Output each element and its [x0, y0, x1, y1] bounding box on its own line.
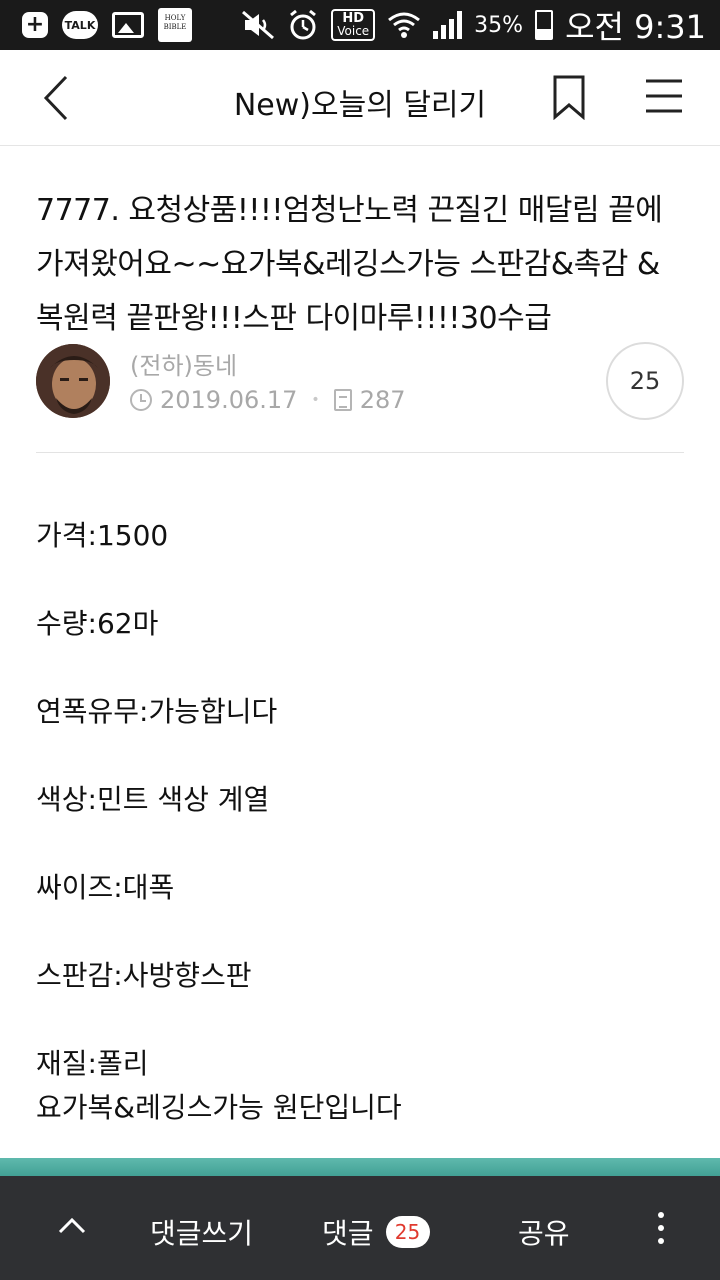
hd-voice-icon: HD Voice [331, 9, 376, 41]
meta-separator: • [311, 392, 320, 408]
talk-label: TALK [64, 18, 96, 32]
chevron-up-icon [58, 1217, 86, 1234]
author-avatar-image [36, 344, 110, 418]
app-header: New)오늘의 달리기 [0, 50, 720, 146]
back-button[interactable] [30, 70, 80, 126]
comment-count: 25 [629, 367, 661, 395]
body-line-stretch: 스판감:사방향스판 [36, 959, 252, 992]
clock-time: 오전 9:31 [565, 8, 706, 46]
body-line-width: 연폭유무:가능합니다 [36, 695, 278, 728]
comments-badge: 25 [385, 1216, 430, 1248]
voice-label: Voice [337, 24, 370, 38]
comments-label: 댓글 [322, 1217, 374, 1250]
post-title: 7777. 요청상품!!!!엄청난노력 끈질긴 매달림 끝에 가져왔어요~~요가… [36, 193, 663, 336]
views-icon [333, 389, 352, 411]
mute-icon [242, 10, 275, 40]
comment-count-button[interactable]: 25 [606, 342, 684, 420]
bookmark-button[interactable] [552, 74, 592, 124]
clock-icon [130, 389, 152, 411]
share-button[interactable]: 공유 [518, 1212, 570, 1252]
bookmark-icon [553, 75, 585, 121]
alarm-icon [290, 9, 317, 40]
body-line-material: 재질:폴리 [36, 1047, 149, 1080]
body-line-price: 가격:1500 [36, 519, 169, 552]
bible-label: HOLY BIBLE [163, 14, 187, 31]
body-line-quantity: 수량:62마 [36, 607, 159, 640]
signal-icon [433, 11, 463, 39]
avatar[interactable] [36, 344, 110, 418]
body-line-color: 색상:민트 색상 계열 [36, 783, 270, 816]
post-body: 가격:1500 수량:62마 연폭유무:가능합니다 색상:민트 색상 계열 싸이… [36, 514, 686, 1130]
menu-button[interactable] [644, 76, 694, 120]
post-meta: 2019.06.17 • 287 [130, 386, 406, 414]
more-vertical-icon[interactable] [646, 1208, 676, 1248]
battery-icon [535, 10, 554, 40]
gallery-icon [112, 12, 144, 38]
plus-icon: + [22, 12, 48, 38]
write-comment-button[interactable]: 댓글쓰기 [150, 1212, 253, 1252]
page-title: New)오늘의 달리기 [233, 88, 487, 123]
author-name[interactable]: (전하)동네 [130, 346, 237, 381]
wifi-icon [388, 12, 421, 38]
menu-icon [646, 79, 682, 113]
scroll-top-button[interactable] [52, 1206, 92, 1246]
bottom-action-bar: 댓글쓰기 댓글 25 공유 [0, 1176, 720, 1280]
back-chevron-icon [43, 75, 68, 121]
view-count: 287 [359, 386, 406, 414]
kakaotalk-icon: TALK [62, 11, 98, 39]
body-line-usage: 요가복&레깅스가능 원단입니다 [36, 1091, 402, 1124]
status-bar: + TALK HOLY BIBLE HD Voice 35% 오전 9:31 [0, 0, 720, 50]
bible-app-icon: HOLY BIBLE [158, 8, 192, 42]
divider [36, 452, 684, 453]
battery-percent: 35% [474, 12, 524, 38]
body-line-size: 싸이즈:대폭 [36, 871, 175, 904]
post-date: 2019.06.17 [160, 386, 298, 414]
comments-button[interactable]: 댓글 25 [322, 1212, 430, 1252]
fabric-image-preview [0, 1158, 720, 1178]
